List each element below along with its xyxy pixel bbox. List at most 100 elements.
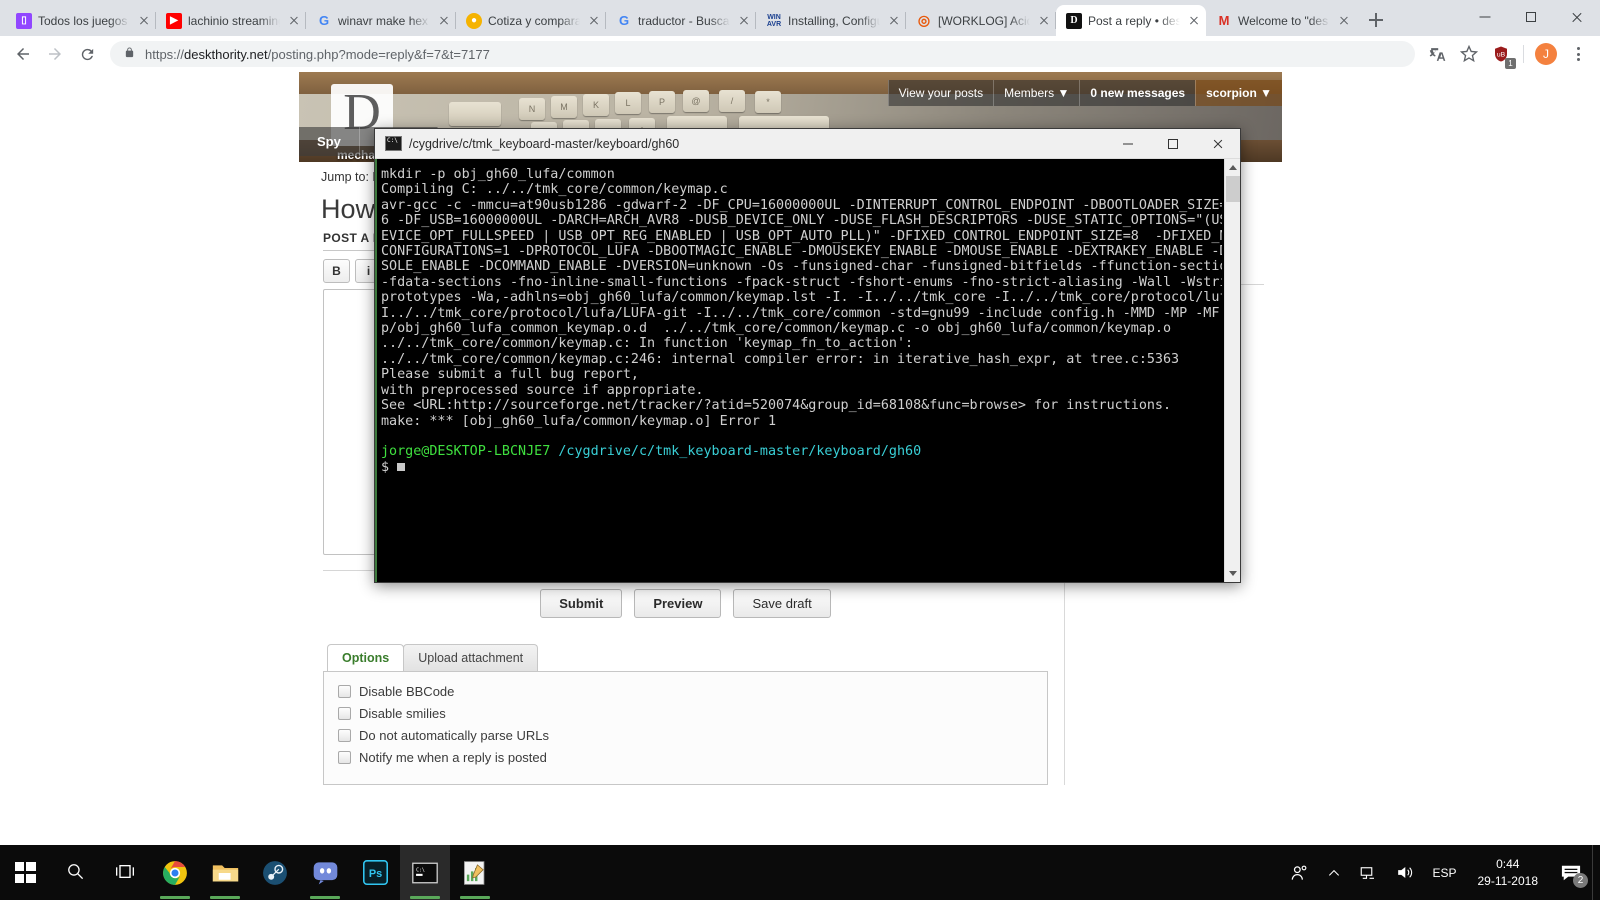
scroll-up-arrow-icon[interactable] <box>1225 159 1240 176</box>
tab-close-icon[interactable] <box>1186 13 1202 29</box>
show-hidden-icons-chevron-icon[interactable] <box>1318 845 1350 900</box>
preview-button[interactable]: Preview <box>634 589 721 618</box>
tab-close-icon[interactable] <box>286 13 302 29</box>
notepadpp-taskbar-icon[interactable] <box>450 845 500 900</box>
option-row[interactable]: Disable BBCode <box>338 684 1033 699</box>
save-draft-button[interactable]: Save draft <box>733 589 830 618</box>
nav-new-messages[interactable]: 0 new messages <box>1079 80 1195 106</box>
browser-tab[interactable]: G winavr make hex <box>306 5 456 36</box>
terminal-cursor <box>397 463 405 471</box>
bookmark-star-icon[interactable] <box>1455 40 1483 68</box>
notification-center-button[interactable]: 2 <box>1550 845 1592 900</box>
minimize-window-button[interactable] <box>1462 1 1508 33</box>
start-button[interactable] <box>0 845 50 900</box>
chrome-menu-button[interactable] <box>1564 40 1592 68</box>
bbcode-bold-button[interactable]: B <box>323 259 350 283</box>
tab-close-icon[interactable] <box>1036 13 1052 29</box>
tab-upload-attachment[interactable]: Upload attachment <box>403 644 538 671</box>
translate-icon[interactable] <box>1423 40 1451 68</box>
lock-icon <box>124 46 135 62</box>
submit-button[interactable]: Submit <box>540 589 622 618</box>
browser-tab[interactable]: ▶ lachinio streaming <box>156 5 306 36</box>
scroll-down-arrow-icon[interactable] <box>1225 565 1240 582</box>
maximize-window-button[interactable] <box>1508 1 1554 33</box>
terminal-close-button[interactable] <box>1195 129 1240 159</box>
show-desktop-button[interactable] <box>1592 845 1600 900</box>
avatar-initial: J <box>1535 43 1557 65</box>
file-explorer-taskbar-icon[interactable] <box>200 845 250 900</box>
form-buttons: Submit Preview Save draft <box>323 589 1048 618</box>
tab-close-icon[interactable] <box>586 13 602 29</box>
terminal-maximize-button[interactable] <box>1150 129 1195 159</box>
language-indicator[interactable]: ESP <box>1423 845 1465 900</box>
tab-options[interactable]: Options <box>327 644 404 671</box>
ublock-extension-icon[interactable]: uB 1 <box>1487 40 1515 68</box>
checkbox-no-parse-urls[interactable] <box>338 729 351 742</box>
checkbox-disable-smilies[interactable] <box>338 707 351 720</box>
running-indicator <box>460 896 490 899</box>
steam-taskbar-icon[interactable] <box>250 845 300 900</box>
three-dots-icon <box>1570 46 1586 62</box>
tab-close-icon[interactable] <box>886 13 902 29</box>
browser-tab[interactable]: ● Cotiza y comparar <box>456 5 606 36</box>
volume-icon[interactable] <box>1386 845 1423 900</box>
options-tabs: Options Upload attachment <box>323 644 1048 671</box>
reload-button[interactable] <box>72 39 102 69</box>
tab-strip: ▯ Todos los juegos ▶ lachinio streaming … <box>0 0 1600 36</box>
browser-tab[interactable]: WINAVR Installing, Configu <box>756 5 906 36</box>
terminal-body[interactable]: mkdir -p obj_gh60_lufa/common Compiling … <box>375 159 1240 582</box>
clock[interactable]: 0:44 29-11-2018 <box>1466 856 1551 888</box>
browser-tab-active[interactable]: D Post a reply • des <box>1056 5 1206 36</box>
tab-label: Welcome to "des <box>1238 14 1330 28</box>
clock-time: 0:44 <box>1478 856 1539 872</box>
people-icon[interactable] <box>1280 845 1318 900</box>
terminal-output: mkdir -p obj_gh60_lufa/common Compiling … <box>381 167 1222 582</box>
tab-label: Cotiza y comparar <box>488 14 580 28</box>
tab-close-icon[interactable] <box>136 13 152 29</box>
checkbox-disable-bbcode[interactable] <box>338 685 351 698</box>
task-view-button[interactable] <box>100 845 150 900</box>
nav-tab-spy[interactable]: Spy <box>299 127 360 156</box>
address-bar[interactable]: https://deskthority.net/posting.php?mode… <box>110 41 1415 67</box>
terminal-window-controls <box>1105 129 1240 159</box>
profile-avatar[interactable]: J <box>1532 40 1560 68</box>
nav-username-menu[interactable]: scorpion ▼ <box>1195 80 1282 106</box>
photoshop-taskbar-icon[interactable]: Ps <box>350 845 400 900</box>
tab-close-icon[interactable] <box>1336 13 1352 29</box>
toolbar-icons: uB 1 J <box>1423 40 1592 68</box>
network-icon[interactable] <box>1350 845 1386 900</box>
search-button[interactable] <box>50 845 100 900</box>
notification-count-badge: 2 <box>1573 873 1588 888</box>
new-tab-button[interactable] <box>1362 6 1390 34</box>
close-window-button[interactable] <box>1554 1 1600 33</box>
tab-label: Post a reply • des <box>1088 14 1180 28</box>
nav-view-your-posts[interactable]: View your posts <box>888 80 994 106</box>
cygwin-terminal-window[interactable]: /cygdrive/c/tmk_keyboard-master/keyboard… <box>374 128 1241 583</box>
forward-button[interactable] <box>40 39 70 69</box>
option-row[interactable]: Notify me when a reply is posted <box>338 750 1033 765</box>
option-row[interactable]: Disable smilies <box>338 706 1033 721</box>
terminal-minimize-button[interactable] <box>1105 129 1150 159</box>
terminal-title-bar[interactable]: /cygdrive/c/tmk_keyboard-master/keyboard… <box>375 129 1240 159</box>
cygwin-taskbar-icon[interactable]: C:\ <box>400 845 450 900</box>
tab-close-icon[interactable] <box>436 13 452 29</box>
scrollbar-thumb[interactable] <box>1226 176 1240 202</box>
option-row[interactable]: Do not automatically parse URLs <box>338 728 1033 743</box>
discord-taskbar-icon[interactable] <box>300 845 350 900</box>
checkbox-notify-reply[interactable] <box>338 751 351 764</box>
tab-label: traductor - Buscar <box>638 14 730 28</box>
windows-taskbar: Ps C:\ <box>0 845 1600 900</box>
url-scheme: https:// <box>145 47 184 62</box>
back-button[interactable] <box>8 39 38 69</box>
tab-label: Installing, Configu <box>788 14 880 28</box>
running-indicator <box>310 896 340 899</box>
browser-tab[interactable]: ▯ Todos los juegos <box>6 5 156 36</box>
browser-tab[interactable]: M Welcome to "des <box>1206 5 1356 36</box>
browser-tab[interactable]: ◎ [WORKLOG] Acid <box>906 5 1056 36</box>
terminal-scrollbar[interactable] <box>1224 159 1240 582</box>
system-tray: ESP 0:44 29-11-2018 2 <box>1280 845 1600 900</box>
browser-tab[interactable]: G traductor - Buscar <box>606 5 756 36</box>
chrome-taskbar-icon[interactable] <box>150 845 200 900</box>
nav-members[interactable]: Members ▼ <box>993 80 1079 106</box>
tab-close-icon[interactable] <box>736 13 752 29</box>
